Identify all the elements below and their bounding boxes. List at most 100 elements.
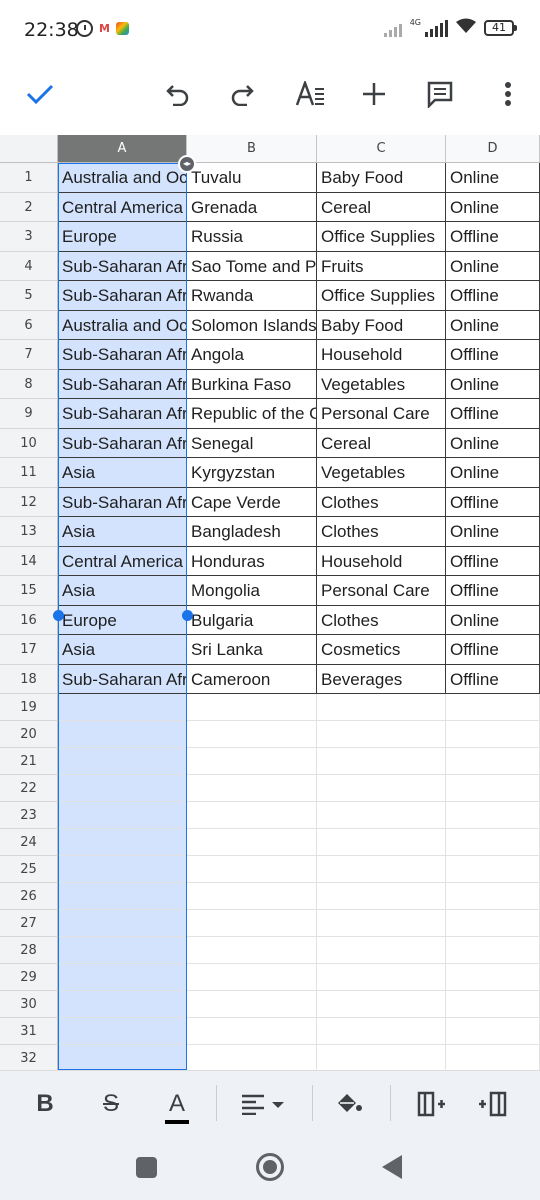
cell-c[interactable]: Personal Care	[317, 399, 446, 429]
cell-a[interactable]: Sub-Saharan Afric	[58, 251, 187, 281]
cell-c[interactable]	[317, 748, 446, 775]
cell-c[interactable]: Cosmetics	[317, 635, 446, 665]
cell-d[interactable]: Online	[446, 605, 540, 635]
bold-icon[interactable]: B	[22, 1081, 68, 1127]
cell-b[interactable]: Cameroon	[187, 664, 317, 694]
cell-d[interactable]: Offline	[446, 399, 540, 429]
cell-c[interactable]: Vegetables	[317, 458, 446, 488]
cell-a[interactable]: Asia	[58, 576, 187, 606]
cell-b[interactable]	[187, 694, 317, 721]
row-header[interactable]: 19	[0, 694, 58, 721]
cell-c[interactable]: Clothes	[317, 517, 446, 547]
cell-a[interactable]: Sub-Saharan Afric	[58, 428, 187, 458]
row-header[interactable]: 21	[0, 748, 58, 775]
row-header[interactable]: 31	[0, 1018, 58, 1045]
cell-c[interactable]	[317, 721, 446, 748]
cell-c[interactable]	[317, 1045, 446, 1070]
cell-d[interactable]: Offline	[446, 281, 540, 311]
row-header[interactable]: 26	[0, 883, 58, 910]
cell-a[interactable]: Asia	[58, 517, 187, 547]
cell-d[interactable]	[446, 775, 540, 802]
row-header[interactable]: 9	[0, 399, 58, 429]
cell-d[interactable]: Offline	[446, 635, 540, 665]
selection-handle-right[interactable]	[182, 610, 193, 621]
cell-a[interactable]: Sub-Saharan Afric	[58, 281, 187, 311]
cell-b[interactable]: Russia	[187, 222, 317, 252]
cell-b[interactable]: Grenada	[187, 192, 317, 222]
cell-c[interactable]	[317, 802, 446, 829]
cell-d[interactable]: Online	[446, 458, 540, 488]
row-header[interactable]: 13	[0, 517, 58, 547]
cell-b[interactable]: Honduras	[187, 546, 317, 576]
cell-a[interactable]	[58, 883, 187, 910]
cell-d[interactable]: Online	[446, 369, 540, 399]
cell-a[interactable]	[58, 1045, 187, 1070]
recents-icon[interactable]	[136, 1157, 157, 1178]
select-all-corner[interactable]	[0, 135, 58, 163]
cell-c[interactable]: Personal Care	[317, 576, 446, 606]
cell-d[interactable]	[446, 694, 540, 721]
row-header[interactable]: 17	[0, 635, 58, 665]
cell-d[interactable]: Offline	[446, 546, 540, 576]
cell-c[interactable]: Beverages	[317, 664, 446, 694]
cell-c[interactable]	[317, 964, 446, 991]
row-header[interactable]: 29	[0, 964, 58, 991]
cell-c[interactable]	[317, 910, 446, 937]
cell-c[interactable]	[317, 856, 446, 883]
cell-d[interactable]	[446, 991, 540, 1018]
cell-b[interactable]: Kyrgyzstan	[187, 458, 317, 488]
cell-c[interactable]: Household	[317, 340, 446, 370]
cell-b[interactable]	[187, 1045, 317, 1070]
column-header-a[interactable]: A	[58, 135, 187, 163]
cell-b[interactable]	[187, 721, 317, 748]
cell-c[interactable]: Office Supplies	[317, 281, 446, 311]
cell-d[interactable]: Online	[446, 517, 540, 547]
cell-a[interactable]: Australia and Oce	[58, 310, 187, 340]
cell-d[interactable]	[446, 1018, 540, 1045]
cell-b[interactable]	[187, 1018, 317, 1045]
cell-c[interactable]: Baby Food	[317, 310, 446, 340]
cell-a[interactable]: Australia and Oce	[58, 163, 187, 193]
text-color-icon[interactable]: A	[154, 1081, 200, 1127]
cell-d[interactable]	[446, 721, 540, 748]
cell-b[interactable]: Tuvalu	[187, 163, 317, 193]
row-header[interactable]: 12	[0, 487, 58, 517]
undo-icon[interactable]	[156, 72, 200, 116]
cell-d[interactable]: Online	[446, 192, 540, 222]
back-icon[interactable]	[382, 1155, 402, 1179]
row-header[interactable]: 16	[0, 605, 58, 635]
cell-b[interactable]: Angola	[187, 340, 317, 370]
cell-a[interactable]	[58, 991, 187, 1018]
row-header[interactable]: 15	[0, 576, 58, 606]
cell-c[interactable]: Household	[317, 546, 446, 576]
cell-b[interactable]	[187, 802, 317, 829]
cell-b[interactable]	[187, 856, 317, 883]
row-header[interactable]: 22	[0, 775, 58, 802]
cell-b[interactable]	[187, 829, 317, 856]
cell-c[interactable]: Cereal	[317, 428, 446, 458]
row-header[interactable]: 32	[0, 1045, 58, 1070]
cell-b[interactable]: Bulgaria	[187, 605, 317, 635]
cell-d[interactable]	[446, 829, 540, 856]
cell-d[interactable]	[446, 910, 540, 937]
cell-d[interactable]: Offline	[446, 487, 540, 517]
cell-b[interactable]: Sri Lanka	[187, 635, 317, 665]
cell-a[interactable]: Sub-Saharan Afric	[58, 399, 187, 429]
cell-d[interactable]: Online	[446, 428, 540, 458]
selection-handle-left[interactable]	[53, 610, 64, 621]
cell-c[interactable]: Vegetables	[317, 369, 446, 399]
cell-b[interactable]: Solomon Islands	[187, 310, 317, 340]
cell-c[interactable]	[317, 694, 446, 721]
cell-c[interactable]	[317, 775, 446, 802]
row-header[interactable]: 7	[0, 340, 58, 370]
cell-a[interactable]: Central America a	[58, 546, 187, 576]
cell-b[interactable]: Cape Verde	[187, 487, 317, 517]
cell-c[interactable]	[317, 991, 446, 1018]
align-icon[interactable]	[240, 1081, 286, 1127]
cell-b[interactable]	[187, 937, 317, 964]
cell-a[interactable]	[58, 910, 187, 937]
strikethrough-icon[interactable]: S	[88, 1081, 134, 1127]
cell-a[interactable]	[58, 802, 187, 829]
cell-a[interactable]: Europe	[58, 605, 187, 635]
cell-a[interactable]: Asia	[58, 635, 187, 665]
